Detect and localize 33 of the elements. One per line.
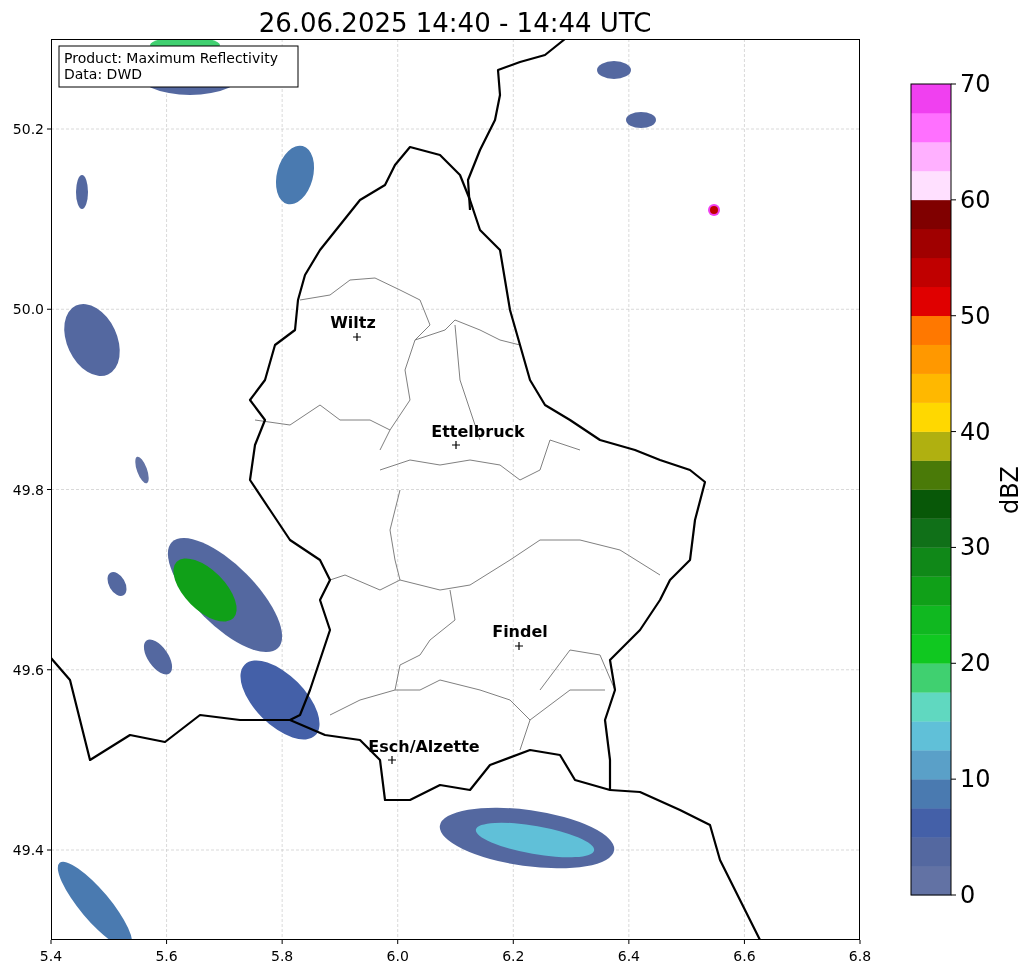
x-tick-label: 5.4 bbox=[39, 948, 63, 964]
city-label: Esch/Alzette bbox=[368, 737, 480, 756]
info-text: Data: DWD bbox=[64, 66, 142, 82]
y-tick-label: 50.0 bbox=[12, 301, 44, 318]
x-tick-label: 5.8 bbox=[271, 948, 294, 964]
x-tick-label: 6.6 bbox=[733, 948, 756, 964]
x-tick-label: 6.2 bbox=[502, 948, 525, 964]
info-text: Product: Maximum Reflectivity bbox=[64, 50, 278, 66]
chart-title: 26.06.2025 14:40 - 14:44 UTC bbox=[258, 8, 652, 38]
x-tick-label: 6.8 bbox=[848, 948, 872, 964]
plus-icon bbox=[387, 755, 397, 765]
colorbar-tick-label: 40 bbox=[960, 417, 991, 446]
city-label: Findel bbox=[492, 622, 548, 641]
y-tick-label: 49.4 bbox=[12, 842, 44, 858]
y-tick-label: 50.2 bbox=[12, 121, 44, 137]
plus-icon bbox=[352, 332, 362, 342]
x-tick-label: 6.0 bbox=[386, 948, 409, 964]
city-label: Ettelbruck bbox=[431, 422, 525, 441]
colorbar-tick-label: 70 bbox=[960, 70, 991, 98]
colorbar-tick-label: 0 bbox=[960, 881, 976, 909]
y-tick-label: 49.6 bbox=[12, 661, 44, 678]
x-tick-label: 6.4 bbox=[617, 948, 640, 964]
colorbar-tick-label: 20 bbox=[960, 649, 991, 678]
colorbar-label: dBZ bbox=[996, 465, 1024, 515]
city-label: Wiltz bbox=[330, 313, 376, 332]
plus-icon bbox=[451, 440, 461, 450]
colorbar-tick-label: 10 bbox=[960, 765, 991, 794]
y-tick-label: 49.8 bbox=[12, 481, 44, 498]
colorbar-tick-label: 50 bbox=[960, 301, 991, 330]
x-tick-label: 5.6 bbox=[155, 948, 178, 964]
plus-icon bbox=[514, 641, 524, 651]
colorbar-tick-label: 60 bbox=[960, 185, 991, 214]
colorbar-tick-label: 30 bbox=[960, 533, 991, 562]
